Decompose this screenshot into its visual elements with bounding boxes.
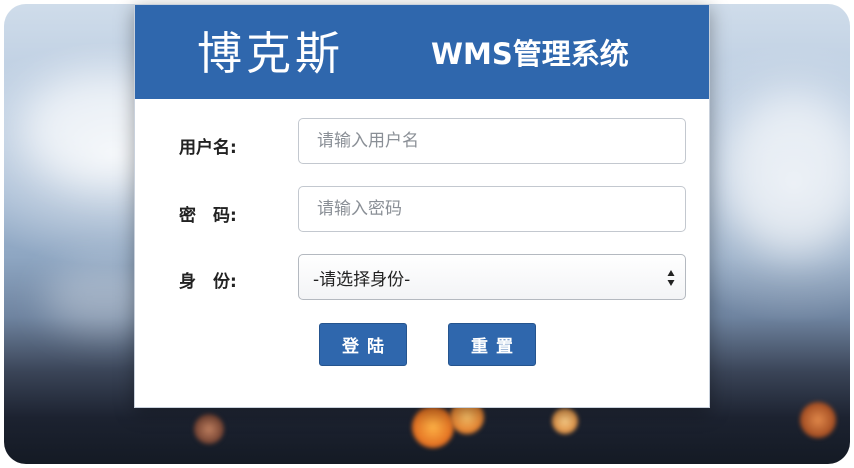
reset-button[interactable]: 重置	[448, 323, 536, 366]
login-button[interactable]: 登陆	[319, 323, 407, 366]
cloud	[724, 94, 850, 254]
brand-title: 博克斯	[197, 27, 345, 80]
password-input[interactable]	[298, 186, 686, 232]
role-label: 身 份:	[179, 272, 237, 292]
card-header: 博克斯 WMS管理系统	[135, 5, 709, 99]
password-label: 密 码:	[179, 206, 237, 226]
login-card: 博克斯 WMS管理系统 用户名: 密 码: 身 份: -请选择身份- 登陆 重置	[134, 4, 710, 408]
bokeh-light	[194, 414, 224, 444]
system-title: WMS管理系统	[431, 37, 629, 71]
username-input[interactable]	[298, 118, 686, 164]
bokeh-light	[552, 408, 578, 434]
bokeh-light	[412, 406, 454, 448]
up-down-arrows-icon	[667, 270, 675, 286]
role-select-value: -请选择身份-	[313, 269, 411, 290]
bokeh-light	[800, 402, 836, 438]
role-select[interactable]: -请选择身份-	[298, 254, 686, 300]
username-label: 用户名:	[179, 138, 237, 158]
